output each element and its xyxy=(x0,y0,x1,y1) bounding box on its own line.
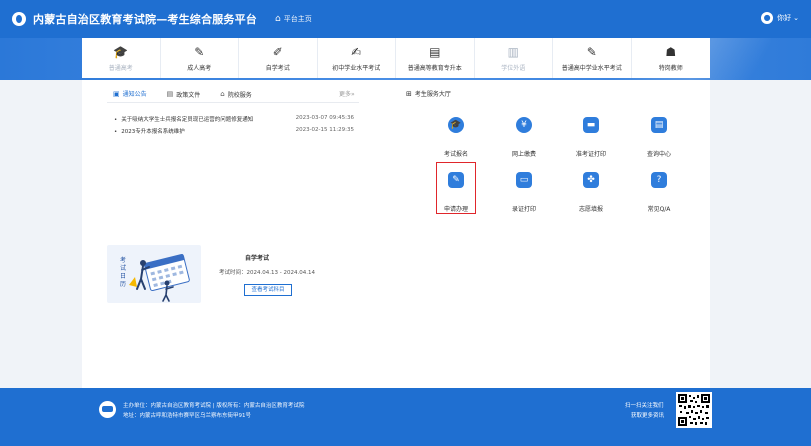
tab-notices[interactable]: ▣ 通知公告 xyxy=(113,89,147,103)
graduation-icon: 🎓 xyxy=(113,44,129,59)
calendar-illustration-icon xyxy=(129,254,190,302)
calendar-illustration: 考试日历 xyxy=(107,245,201,303)
footer-organizer: 主办单位：内蒙古自治区教育考试院 | 版权所有：内蒙古自治区教育考试院 xyxy=(123,403,305,409)
qr-code-icon xyxy=(676,392,712,428)
footer-follow-text: 扫一扫关注我们 xyxy=(625,403,664,409)
graduation-cap-icon: 🎓 xyxy=(448,117,464,133)
file-icon: ▤ xyxy=(166,90,174,98)
service-faq[interactable]: ? 常见Q/A xyxy=(631,172,687,213)
category-degree-language[interactable]: ▥ 学位外语 xyxy=(474,38,553,78)
pen-icon: ✎ xyxy=(194,44,205,59)
id-card-icon: ▭ xyxy=(516,172,532,188)
service-label: 网上缴费 xyxy=(511,151,536,158)
services-title-text: 考生服务大厅 xyxy=(414,91,451,98)
tab-policy[interactable]: ▤ 政策文件 xyxy=(167,89,201,103)
category-upgrade-bachelor[interactable]: ▤ 普通高等教育专升本 xyxy=(396,38,475,78)
category-label: 普通高考 xyxy=(108,64,133,72)
list-item[interactable]: 关于吸纳大学生士兵报名定员现已运营的问题修复通知 2023-03-07 09:4… xyxy=(114,115,354,127)
site-logo-icon xyxy=(12,12,26,26)
service-volunteer-fill[interactable]: ✤ 志愿填报 xyxy=(563,172,619,213)
news-tabs: ▣ 通知公告 ▤ 政策文件 ⌂ 院校服务 xyxy=(113,89,272,103)
service-label: 准考证打印 xyxy=(575,151,606,158)
category-high-school[interactable]: ✎ 普通高中学业水平考试 xyxy=(553,38,632,78)
home-link-label: 平台主页 xyxy=(283,15,312,23)
grid-icon: ⊞ xyxy=(406,89,412,98)
footer: 主办单位：内蒙古自治区教育考试院 | 版权所有：内蒙古自治区教育考试院 地址：内… xyxy=(0,388,811,446)
category-self-study[interactable]: ✐ 自学考试 xyxy=(239,38,318,78)
category-bar: 🎓 普通高考 ✎ 成人高考 ✐ 自学考试 ✍ 初中学业水平考试 ▤ 普通高等教育… xyxy=(82,38,710,78)
category-label: 学位外语 xyxy=(501,64,526,72)
edit-book-icon: ✐ xyxy=(272,44,283,59)
printer-icon: ▬ xyxy=(583,117,599,133)
tab-label: 通知公告 xyxy=(122,91,147,98)
chevron-down-icon: ⌄ xyxy=(793,14,799,22)
service-query-center[interactable]: ▤ 查询中心 xyxy=(631,117,687,158)
tab-divider xyxy=(107,102,359,103)
view-subjects-button[interactable]: 查看考试科目 xyxy=(244,284,292,296)
category-label: 自学考试 xyxy=(265,64,290,72)
main-panel: ▣ 通知公告 ▤ 政策文件 ⌂ 院校服务 更多» 关于吸纳大学生士兵报名定员现已… xyxy=(82,80,710,388)
screen-doc-icon: ▥ xyxy=(507,44,519,59)
list-item[interactable]: 2023专升本报名系统维护 2023-02-15 11:29:35 xyxy=(114,127,354,139)
edit-paper-icon: ✎ xyxy=(586,44,597,59)
category-label: 初中学业水平考试 xyxy=(332,64,381,72)
category-special-teacher[interactable]: ☗ 特岗教师 xyxy=(631,38,710,78)
news-title: 关于吸纳大学生士兵报名定员现已运营的问题修复通知 xyxy=(114,115,253,127)
news-title: 2023专升本报名系统维护 xyxy=(114,127,185,139)
home-icon: ⌂ xyxy=(275,14,281,24)
user-menu[interactable]: ● 你好 ⌄ xyxy=(761,12,799,24)
footer-address: 地址：内蒙古呼和浩特市赛罕区乌兰察布东街甲91号 xyxy=(123,413,252,419)
category-label: 普通高中学业水平考试 xyxy=(561,64,622,72)
category-adult-exam[interactable]: ✎ 成人高考 xyxy=(160,38,239,78)
footer-logo-icon xyxy=(99,401,116,418)
footer-more-info: 获取更多资讯 xyxy=(631,413,665,419)
notice-icon: ▣ xyxy=(113,89,120,98)
services-title: ⊞ 考生服务大厅 xyxy=(406,89,451,99)
highlight-box xyxy=(436,162,476,214)
service-label: 志愿填报 xyxy=(578,206,603,213)
category-label: 成人高考 xyxy=(187,64,212,72)
tab-label: 院校服务 xyxy=(227,91,252,99)
grad-cap-icon: ☗ xyxy=(665,44,677,59)
service-label: 录证打印 xyxy=(511,206,536,213)
clover-icon: ✤ xyxy=(583,172,599,188)
service-label: 常见Q/A xyxy=(647,206,671,213)
exam-calendar-card: 考试日历 自学考试 考试时间：2024.04.13 - 2024.04.14 查… xyxy=(107,245,359,303)
service-admission-print[interactable]: ▬ 准考证打印 xyxy=(563,117,619,158)
news-list: 关于吸纳大学生士兵报名定员现已运营的问题修复通知 2023-03-07 09:4… xyxy=(114,115,354,139)
screen-icon: ▤ xyxy=(429,44,441,59)
service-certificate-print[interactable]: ▭ 录证打印 xyxy=(496,172,552,213)
tab-college-service[interactable]: ⌂ 院校服务 xyxy=(220,89,251,103)
service-label: 考试报名 xyxy=(443,151,468,158)
category-label: 普通高等教育专升本 xyxy=(407,64,462,72)
service-registration[interactable]: 🎓 考试报名 xyxy=(428,117,484,158)
news-date: 2023-03-07 09:45:36 xyxy=(295,115,354,121)
service-label: 查询中心 xyxy=(646,151,671,158)
more-link[interactable]: 更多» xyxy=(339,89,355,98)
edit-doc-icon: ✍ xyxy=(351,44,362,59)
category-gaokao[interactable]: 🎓 普通高考 xyxy=(82,38,161,78)
payment-icon: ¥ xyxy=(516,117,532,133)
home-link[interactable]: ⌂ 平台主页 xyxy=(275,14,312,24)
search-doc-icon: ▤ xyxy=(651,117,667,133)
tab-label: 政策文件 xyxy=(176,91,201,99)
user-greeting: 你好 xyxy=(777,14,792,22)
top-bar: 内蒙古自治区教育考试院—考生综合服务平台 ⌂ 平台主页 ● 你好 ⌄ xyxy=(0,0,811,38)
exam-name: 自学考试 xyxy=(245,255,270,262)
service-payment[interactable]: ¥ 网上缴费 xyxy=(496,117,552,158)
exam-time: 考试时间：2024.04.13 - 2024.04.14 xyxy=(219,270,315,276)
building-icon: ⌂ xyxy=(220,90,225,98)
category-label: 特岗教师 xyxy=(658,64,683,72)
site-title: 内蒙古自治区教育考试院—考生综合服务平台 xyxy=(33,13,257,26)
news-date: 2023-02-15 11:29:35 xyxy=(295,127,354,133)
category-middle-school[interactable]: ✍ 初中学业水平考试 xyxy=(317,38,396,78)
qa-icon: ? xyxy=(651,172,667,188)
qr-code-graphic xyxy=(678,394,710,426)
user-avatar-icon: ● xyxy=(761,12,774,24)
